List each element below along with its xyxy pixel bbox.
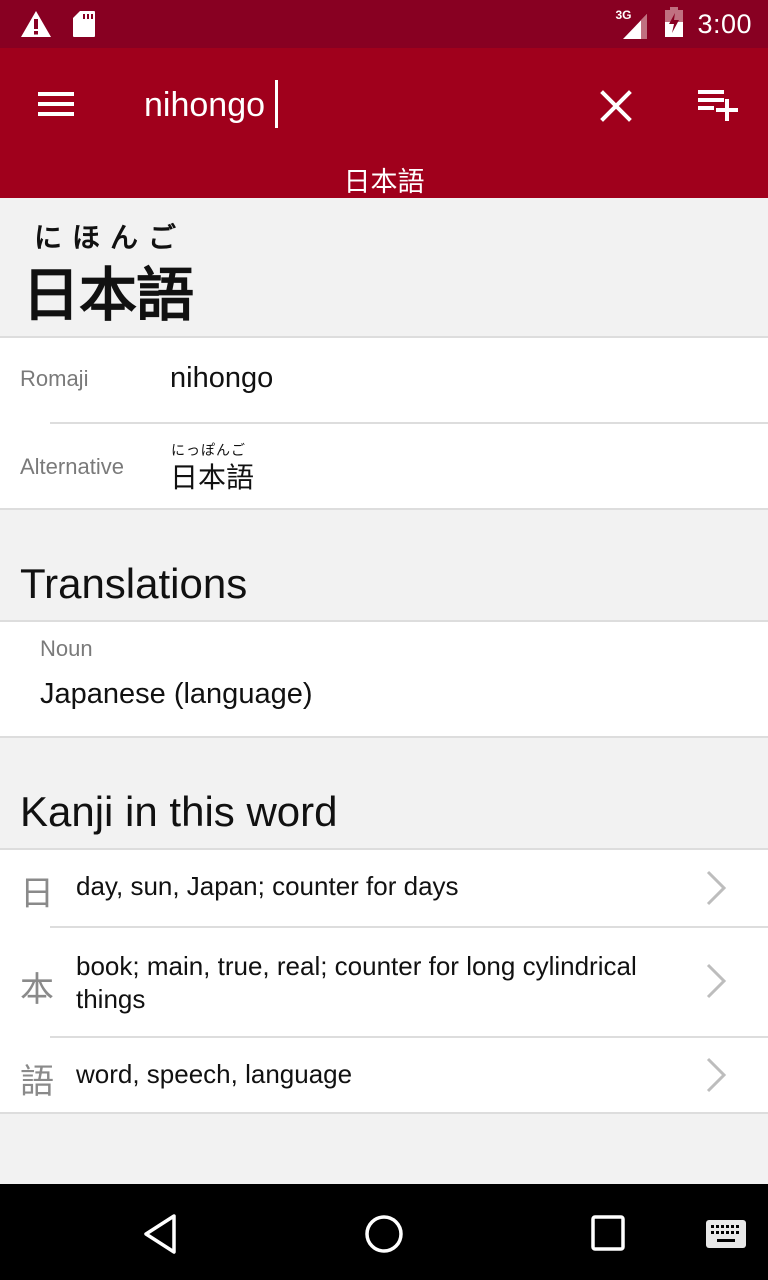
kanji-meaning: book; main, true, real; counter for long… xyxy=(76,951,637,1014)
menu-button[interactable] xyxy=(30,84,82,124)
back-button[interactable] xyxy=(138,1212,186,1256)
sd-card-icon xyxy=(72,10,96,43)
recents-button[interactable] xyxy=(584,1212,632,1256)
chevron-right-icon xyxy=(706,1057,727,1093)
alternative-row: Alternative にっぽんご 日本語 xyxy=(0,422,768,508)
kanji-list-item[interactable]: 語 word, speech, language xyxy=(0,1036,768,1112)
signal-3g-icon: 3G xyxy=(615,8,651,40)
kanji-section-title: Kanji in this word xyxy=(20,788,338,835)
word-details: Romaji nihongo Alternative にっぽんご 日本語 xyxy=(0,338,768,510)
playlist-add-icon xyxy=(698,90,738,121)
add-to-list-button[interactable] xyxy=(694,84,746,130)
hamburger-menu-icon-line xyxy=(38,112,74,116)
romaji-value: nihongo xyxy=(170,362,274,394)
chevron-right-icon xyxy=(706,963,727,999)
hamburger-menu-icon-line xyxy=(38,102,74,106)
home-icon xyxy=(365,1215,403,1253)
headword-kanji: 日本語 xyxy=(22,263,194,328)
romaji-label: Romaji xyxy=(20,366,89,391)
search-result-subtitle: 日本語 xyxy=(343,167,425,197)
romaji-row: Romaji nihongo xyxy=(0,338,768,422)
kanji-meaning: day, sun, Japan; counter for days xyxy=(76,871,459,901)
warning-icon xyxy=(20,10,52,43)
text-cursor xyxy=(275,80,278,128)
clock: 3:00 xyxy=(697,8,752,39)
keyboard-button[interactable] xyxy=(704,1212,748,1256)
battery-charging-icon xyxy=(665,6,684,42)
alternative-value: 日本語 xyxy=(170,462,255,493)
close-icon xyxy=(600,90,632,122)
recents-icon xyxy=(591,1215,625,1251)
hamburger-menu-icon xyxy=(38,92,74,96)
translations-title: Translations xyxy=(20,560,248,607)
chevron-right-icon xyxy=(706,870,727,906)
part-of-speech: Noun xyxy=(40,636,93,661)
kanji-meaning: word, speech, language xyxy=(76,1059,353,1089)
back-icon xyxy=(144,1214,176,1254)
home-button[interactable] xyxy=(360,1212,408,1256)
search-input[interactable] xyxy=(144,80,564,130)
kanji-header: Kanji in this word xyxy=(0,738,768,850)
alternative-label: Alternative xyxy=(20,454,124,479)
kanji-list-item[interactable]: 日 day, sun, Japan; counter for days xyxy=(0,850,768,926)
app-bar: 日本語 xyxy=(0,48,768,198)
kanji-character: 語 xyxy=(20,1063,54,1101)
entry-content[interactable]: にほんご 日本語 Romaji nihongo Alternative にっぽん… xyxy=(0,198,768,1184)
examples-header: Examples xyxy=(0,1114,768,1184)
keyboard-icon xyxy=(706,1220,746,1248)
kanji-list-item[interactable]: 本 book; main, true, real; counter for lo… xyxy=(0,926,768,1036)
translations-header: Translations xyxy=(0,510,768,622)
kanji-character: 日 xyxy=(20,875,54,913)
headword: にほんご 日本語 xyxy=(0,198,768,338)
kanji-character: 本 xyxy=(20,971,54,1009)
translation-item: Noun Japanese (language) xyxy=(0,622,768,738)
clear-search-button[interactable] xyxy=(592,82,640,130)
status-bar: 3G 3:00 xyxy=(0,0,768,48)
system-nav-bar xyxy=(0,1184,768,1280)
kanji-list: 日 day, sun, Japan; counter for days 本 bo… xyxy=(0,850,768,1114)
translation-gloss: Japanese (language) xyxy=(40,678,313,710)
